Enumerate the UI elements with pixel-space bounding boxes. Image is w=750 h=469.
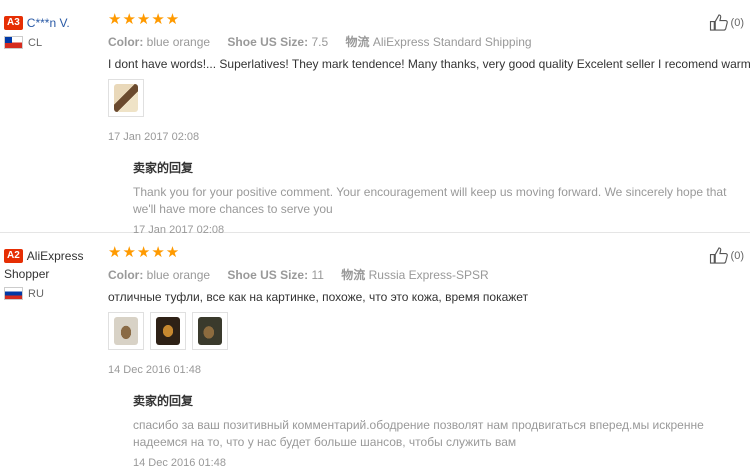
size-value: 7.5 [311, 35, 329, 49]
thumbs-up-icon [709, 247, 728, 264]
reviewer-info: A2 AliExpress Shopper RU [4, 247, 102, 300]
review-content: ★★★★★ Color: blue orange Shoe US Size: 1… [108, 245, 738, 469]
order-attributes: Color: blue orange Shoe US Size: 7.5 物流 … [108, 33, 738, 50]
review-item: A3 C***n V. CL ★★★★★ Color: blue orange S… [0, 0, 750, 236]
size-label: Shoe US Size: [227, 268, 309, 282]
seller-reply-date: 14 Dec 2016 01:48 [133, 457, 226, 469]
country-code: CL [28, 36, 43, 49]
review-text: отличные туфли, все как на картинке, пох… [108, 290, 529, 304]
shipping-value: AliExpress Standard Shipping [372, 35, 532, 49]
helpful-count: (0) [730, 16, 744, 29]
shipping-label: 物流 [345, 35, 370, 49]
color-label: Color: [108, 268, 144, 282]
helpful-button[interactable]: (0) [709, 14, 744, 31]
review-item: A2 AliExpress Shopper RU ★★★★★ Color: blu… [0, 233, 750, 469]
star-rating: ★★★★★ [108, 244, 181, 261]
color-label: Color: [108, 35, 144, 49]
thumbs-up-icon [709, 14, 728, 31]
order-attributes: Color: blue orange Shoe US Size: 11 物流 R… [108, 266, 738, 283]
review-content: ★★★★★ Color: blue orange Shoe US Size: 7… [108, 11, 750, 236]
review-photo-thumbnail[interactable] [108, 312, 144, 350]
buyer-level-badge: A2 [4, 248, 23, 263]
review-photos [108, 79, 738, 117]
helpful-button[interactable]: (0) [709, 247, 744, 264]
size-label: Shoe US Size: [227, 35, 309, 49]
size-value: 11 [311, 268, 324, 282]
helpful-count: (0) [730, 249, 744, 262]
seller-reply: 卖家的回复 спасибо за ваш позитивный коммента… [133, 392, 733, 469]
buyer-level-badge: A3 [4, 15, 23, 30]
review-date: 14 Dec 2016 01:48 [108, 364, 201, 376]
color-value: blue orange [146, 35, 211, 49]
russia-flag-icon [4, 287, 23, 300]
star-rating: ★★★★★ [108, 11, 181, 28]
chile-flag-icon [4, 36, 23, 49]
shipping-label: 物流 [341, 268, 366, 282]
shipping-value: Russia Express-SPSR [368, 268, 489, 282]
reviewer-country: CL [4, 36, 102, 49]
reviewer-name[interactable]: C***n V. [27, 16, 70, 30]
seller-reply-title: 卖家的回复 [133, 161, 194, 175]
review-date: 17 Jan 2017 02:08 [108, 131, 200, 143]
review-photos [108, 312, 738, 350]
country-code: RU [28, 287, 44, 300]
seller-reply-title: 卖家的回复 [133, 394, 194, 408]
review-photo-thumbnail[interactable] [108, 79, 144, 117]
seller-reply: 卖家的回复 Thank you for your positive commen… [133, 159, 733, 236]
review-photo-thumbnail[interactable] [192, 312, 228, 350]
reviewer-info: A3 C***n V. CL [4, 14, 102, 49]
seller-reply-text: Thank you for your positive comment. You… [133, 185, 727, 216]
color-value: blue orange [146, 268, 211, 282]
reviewer-country: RU [4, 287, 102, 300]
review-text: I dont have words!... Superlatives! They… [108, 57, 750, 71]
seller-reply-text: спасибо за ваш позитивный комментарий.об… [133, 418, 704, 449]
review-photo-thumbnail[interactable] [150, 312, 186, 350]
